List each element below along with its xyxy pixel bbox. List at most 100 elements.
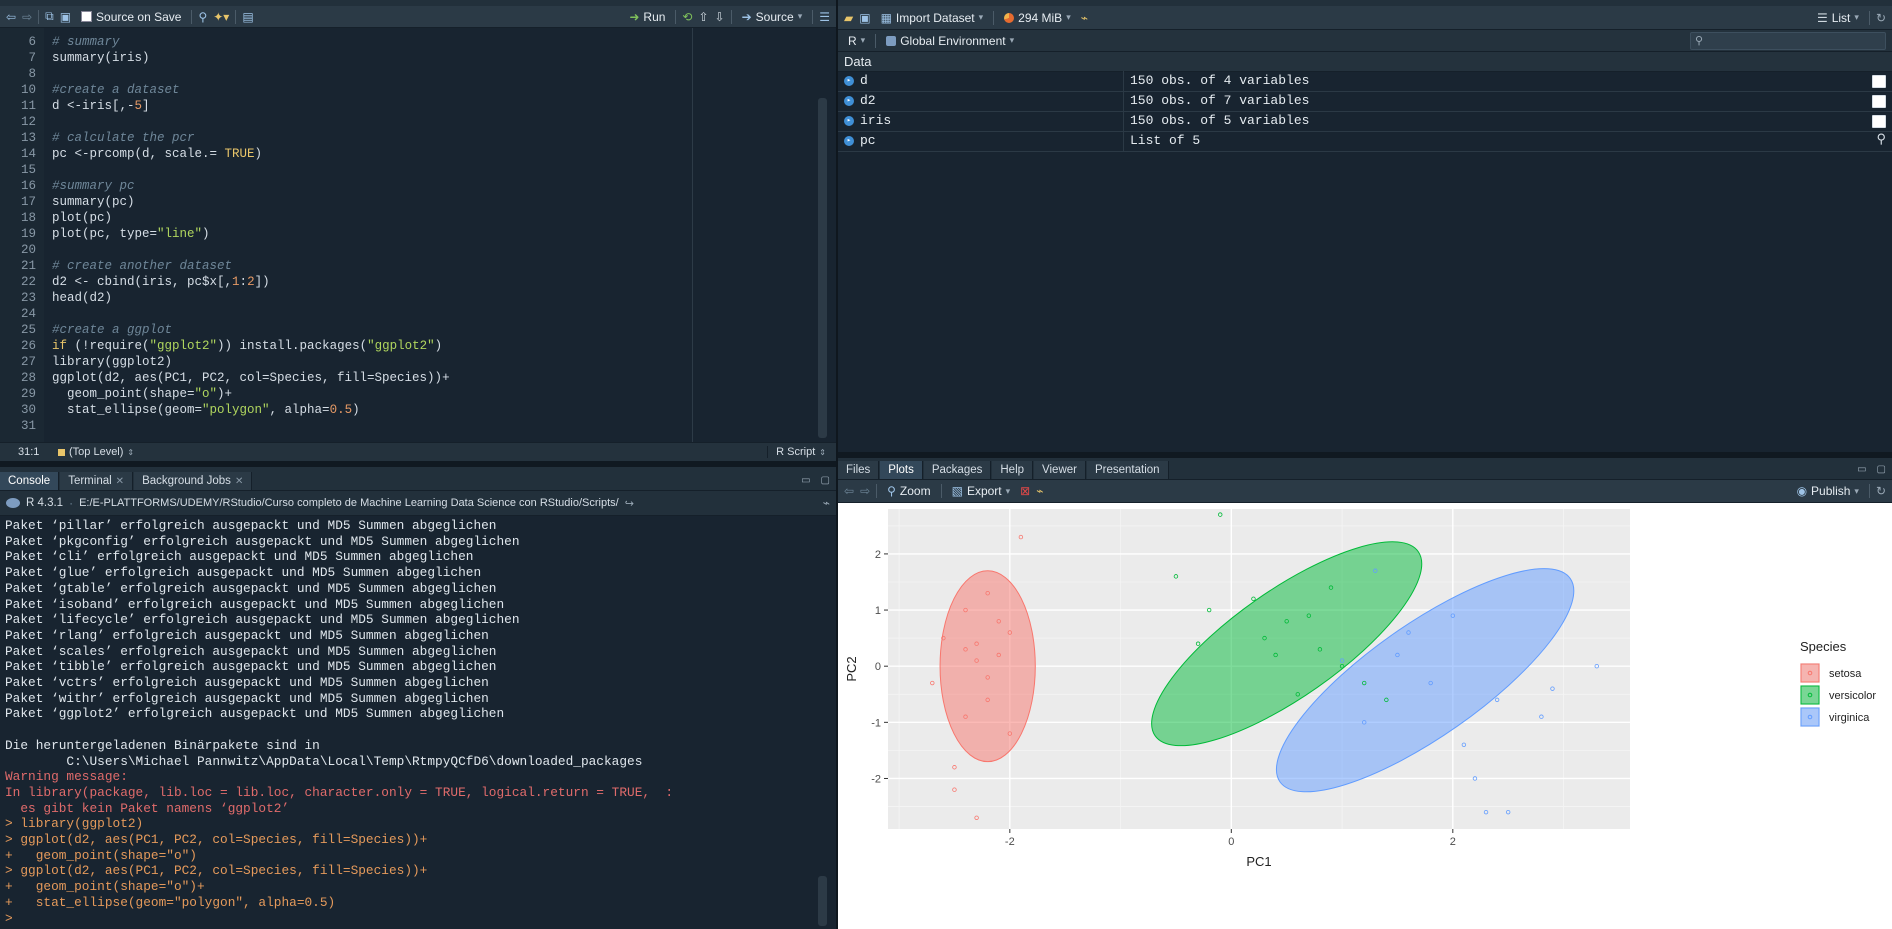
console-line: + geom_point(shape="o")+: [5, 879, 205, 895]
go-up-icon[interactable]: ⇧: [698, 10, 708, 24]
minimize-icon[interactable]: ▭: [1853, 464, 1870, 479]
scope-selector[interactable]: (Top Level) ⇕: [58, 446, 134, 458]
tab-console[interactable]: Console: [0, 472, 60, 490]
save-icon[interactable]: ▣: [60, 10, 71, 24]
language-label: R: [848, 33, 857, 48]
source-on-save-toggle[interactable]: Source on Save: [77, 9, 185, 25]
back-arrow-icon[interactable]: ⇦: [6, 10, 16, 24]
refresh-icon[interactable]: ↻: [1876, 484, 1886, 498]
tab-help[interactable]: Help: [992, 461, 1034, 479]
tab-plots[interactable]: Plots: [880, 461, 923, 479]
tab-label: Presentation: [1094, 464, 1160, 476]
code-text: d <-iris[,-5]: [52, 99, 150, 113]
open-folder-icon[interactable]: ▰: [844, 11, 853, 25]
environment-row[interactable]: ▸ d2 150 obs. of 7 variables: [838, 91, 1892, 112]
close-icon[interactable]: ✕: [116, 476, 124, 487]
console-pane: Console Terminal ✕ Background Jobs ✕ ▭ ▢ R…: [0, 467, 836, 929]
updown-icon: ⇕: [127, 447, 135, 457]
search-icon[interactable]: ⚲: [1876, 132, 1886, 147]
tab-presentation[interactable]: Presentation: [1086, 461, 1169, 479]
console-line: C:\Users\Michael Pannwitz\AppData\Local\…: [5, 753, 643, 769]
clear-plots-broom-icon[interactable]: ⌁: [1036, 484, 1043, 498]
line-number: 28: [20, 371, 36, 385]
compile-report-icon[interactable]: ▤: [242, 10, 253, 24]
line-number: 21: [20, 259, 36, 273]
clear-console-broom-icon[interactable]: ⌁: [823, 496, 830, 510]
language-selector[interactable]: R ▾: [844, 33, 869, 49]
code-editor[interactable]: 6 # summary 7 summary(iris) 8 10 #create a dat…: [0, 28, 836, 442]
console-line: + geom_point(shape="o"): [5, 847, 197, 863]
memory-label: 294 MiB: [1018, 10, 1063, 25]
expand-arrow-icon[interactable]: ▸: [844, 136, 854, 146]
tab-files[interactable]: Files: [838, 461, 880, 479]
go-to-directory-icon[interactable]: ↪: [625, 497, 634, 510]
memory-usage-button[interactable]: 294 MiB ▾: [1000, 10, 1075, 26]
rerun-icon[interactable]: ⟲: [682, 10, 692, 24]
line-number: 25: [20, 323, 36, 337]
console-line: Warning message:: [5, 769, 128, 785]
document-outline-icon[interactable]: ☰: [819, 10, 830, 24]
line-number: 8: [28, 67, 36, 81]
code-text: summary(iris): [52, 51, 150, 65]
expand-arrow-icon[interactable]: ▸: [844, 76, 854, 86]
view-table-icon[interactable]: [1872, 95, 1886, 108]
x-tick-label: 2: [1450, 836, 1456, 848]
column-divider: [1123, 91, 1124, 111]
console-scrollbar[interactable]: [818, 876, 827, 926]
export-button[interactable]: ▧ Export ▾: [948, 483, 1015, 499]
code-text: library(ggplot2): [52, 355, 173, 369]
previous-plot-icon[interactable]: ⇦: [844, 484, 854, 498]
scope-badge-icon: [58, 448, 65, 456]
console-output[interactable]: Paket ‘pillar’ erfolgreich ausgepackt un…: [0, 516, 830, 929]
tab-label: Viewer: [1042, 464, 1077, 476]
go-down-icon[interactable]: ⇩: [715, 10, 725, 24]
environment-scope-selector[interactable]: Global Environment ▾: [882, 33, 1018, 49]
remove-plot-icon[interactable]: ⊠: [1020, 484, 1030, 498]
refresh-icon[interactable]: ↻: [1876, 11, 1886, 25]
maximize-icon[interactable]: ▢: [1871, 464, 1892, 479]
editor-toolbar: ⇦ ⇨ ⧉ ▣ Source on Save ⚲ ✦▾ ▤ ➜ Run ⟲ ⇧ …: [0, 6, 836, 28]
pca-scatter-plot: -2 0 2 -2 -1 0 1 2 PC1 PC2 Species setosa versicolor…: [838, 503, 1892, 929]
next-plot-icon[interactable]: ⇨: [860, 484, 870, 498]
environment-row[interactable]: ▸ pc List of 5 ⚲: [838, 131, 1892, 152]
editor-scrollbar[interactable]: [818, 98, 827, 438]
close-icon[interactable]: ✕: [235, 476, 243, 487]
environment-row[interactable]: ▸ iris 150 obs. of 5 variables: [838, 111, 1892, 132]
working-directory[interactable]: E:/E-PLATTFORMS/UDEMY/RStudio/Curso comp…: [79, 497, 619, 509]
run-button[interactable]: ➜ Run: [625, 9, 669, 25]
view-table-icon[interactable]: [1872, 115, 1886, 128]
console-line: >: [5, 910, 13, 926]
minimize-icon[interactable]: ▭: [797, 475, 814, 490]
source-button[interactable]: ➔ Source ▾: [738, 9, 807, 25]
clear-workspace-broom-icon[interactable]: ⌁: [1081, 11, 1088, 25]
publish-button[interactable]: ◉ Publish ▾: [1793, 483, 1863, 499]
show-in-window-icon[interactable]: ⧉: [45, 9, 54, 24]
console-line: Paket ‘ggplot2’ erfolgreich ausgepackt u…: [5, 706, 505, 722]
console-line: + stat_ellipse(geom="polygon", alpha=0.5…: [5, 894, 336, 910]
run-arrow-icon: ➜: [629, 9, 640, 24]
tab-terminal[interactable]: Terminal ✕: [60, 472, 134, 490]
tab-viewer[interactable]: Viewer: [1034, 461, 1086, 479]
zoom-button[interactable]: ⚲ Zoom: [883, 483, 934, 499]
forward-arrow-icon[interactable]: ⇨: [22, 10, 32, 24]
checkbox-icon[interactable]: [81, 11, 93, 22]
environment-search-input[interactable]: ⚲: [1690, 31, 1886, 50]
file-type-selector[interactable]: R Script ⇕: [767, 446, 826, 458]
expand-arrow-icon[interactable]: ▸: [844, 96, 854, 106]
console-line: In library(package, lib.loc = lib.loc, c…: [5, 784, 674, 800]
expand-arrow-icon[interactable]: ▸: [844, 116, 854, 126]
legend-label-versicolor: versicolor: [1829, 690, 1876, 702]
save-workspace-icon[interactable]: ▣: [859, 11, 870, 25]
view-mode-selector[interactable]: ☰ List ▾: [1813, 10, 1863, 26]
environment-row[interactable]: ▸ d 150 obs. of 4 variables: [838, 71, 1892, 92]
tab-background-jobs[interactable]: Background Jobs ✕: [134, 472, 253, 490]
code-tools-wand-icon[interactable]: ✦▾: [213, 10, 229, 24]
view-table-icon[interactable]: [1872, 75, 1886, 88]
search-icon[interactable]: ⚲: [198, 10, 207, 24]
variable-value: 150 obs. of 5 variables: [1130, 113, 1310, 128]
maximize-icon[interactable]: ▢: [815, 475, 836, 490]
chevron-down-icon: ▾: [1005, 485, 1011, 496]
import-dataset-button[interactable]: ▦ Import Dataset ▾: [877, 10, 988, 26]
tab-packages[interactable]: Packages: [923, 461, 992, 479]
variable-value: List of 5: [1130, 133, 1201, 148]
